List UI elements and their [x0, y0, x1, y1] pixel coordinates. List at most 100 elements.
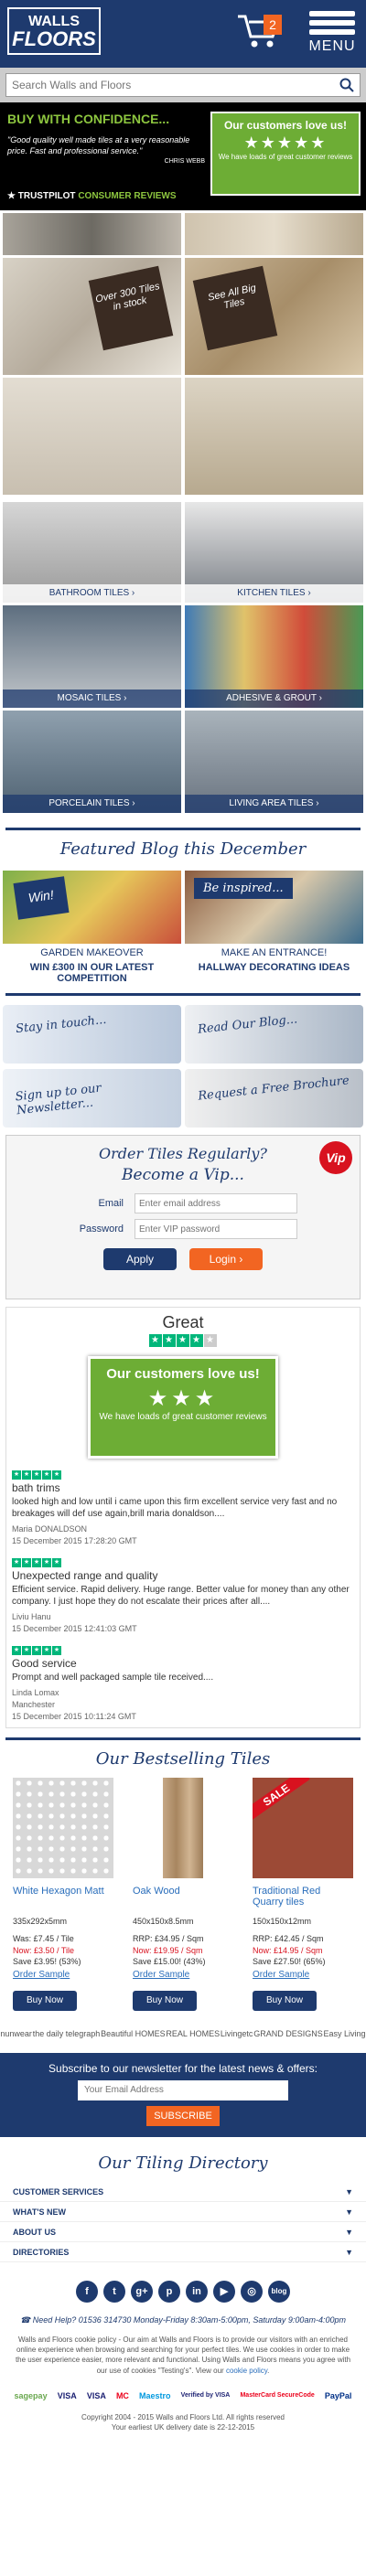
- trust-banner[interactable]: BUY WITH CONFIDENCE... "Good quality wel…: [0, 102, 366, 210]
- vip-email-input[interactable]: [135, 1193, 297, 1213]
- blog-subcaption: WIN £300 IN OUR LATEST COMPETITION: [29, 962, 155, 984]
- review-stars: ★ ★ ★ ★ ★: [12, 1558, 61, 1568]
- promo-row: Stay in touch... Read Our Blog...: [0, 1005, 366, 1064]
- logo[interactable]: WALLS FLOORS: [7, 7, 101, 55]
- search-icon[interactable]: [339, 78, 354, 95]
- payment-logo: Verified by VISA: [180, 2392, 231, 2400]
- product-now-price: Now: £14.95 / Sqm: [253, 1945, 323, 1955]
- reviews-love-box[interactable]: Our customers love us! ★★★ We have loads…: [88, 1356, 278, 1459]
- category-bathroom[interactable]: BATHROOM TILES ›: [3, 502, 181, 603]
- review-author: Linda Lomax: [12, 1688, 59, 1698]
- category-adhesive-grout[interactable]: ADHESIVE & GROUT ›: [185, 605, 363, 708]
- blog-item[interactable]: Be inspired... MAKE AN ENTRANCE! HALLWAY…: [185, 871, 363, 984]
- newsletter-email-input[interactable]: [78, 2079, 288, 2100]
- search-box: [5, 73, 361, 97]
- directory-title: Our Tiling Directory: [98, 2153, 268, 2173]
- facebook-icon[interactable]: f: [76, 2280, 98, 2303]
- blog-badge: Win!: [13, 876, 70, 920]
- category-label: ADHESIVE & GROUT ›: [185, 689, 363, 708]
- category-porcelain[interactable]: PORCELAIN TILES ›: [3, 711, 181, 813]
- product-image[interactable]: SALE: [253, 1778, 353, 1879]
- payment-logo: MC: [115, 2390, 129, 2400]
- directory-item-whats-new[interactable]: WHAT'S NEW ▼: [0, 2202, 366, 2222]
- promo-read-blog[interactable]: Read Our Blog...: [185, 1005, 363, 1064]
- review-author: Maria DONALDSON: [12, 1524, 88, 1534]
- product-image[interactable]: [13, 1778, 113, 1879]
- hero-image-bath[interactable]: Over 300 Tiles in stock: [3, 258, 181, 375]
- hero-image[interactable]: [3, 378, 181, 495]
- trust-box-subtitle: We have loads of great customer reviews: [218, 153, 353, 161]
- promo-brochure[interactable]: Request a Free Brochure: [185, 1069, 363, 1128]
- search-input[interactable]: [6, 74, 325, 96]
- buy-now-button[interactable]: Buy Now: [13, 1990, 77, 2011]
- cookie-policy-link[interactable]: cookie policy: [226, 2367, 267, 2375]
- payment-logo: PayPal: [324, 2390, 352, 2400]
- vip-password-input[interactable]: [135, 1219, 297, 1239]
- blog-item[interactable]: Win! GARDEN MAKEOVER WIN £300 IN OUR LAT…: [3, 871, 181, 984]
- blog-icon[interactable]: blog: [268, 2280, 290, 2303]
- reviews-widget: Great ★ ★ ★ ★ ★ Our customers love us! ★★★ W…: [5, 1307, 361, 1729]
- trust-heading: BUY WITH CONFIDENCE...: [7, 112, 170, 126]
- product-saving: Save £15.00! (43%): [133, 1957, 206, 1967]
- star-icon: ★: [162, 1334, 176, 1347]
- hero-image-big-tiles[interactable]: See All Big Tiles: [185, 258, 363, 375]
- blog-caption: MAKE AN ENTRANCE!: [221, 947, 328, 958]
- copyright: Copyright 2004 - 2015 Walls and Floors L…: [0, 2412, 366, 2432]
- product-name[interactable]: Oak Wood: [133, 1886, 233, 1913]
- vip-apply-button[interactable]: Apply: [103, 1248, 177, 1270]
- hero-image[interactable]: [185, 213, 363, 255]
- trustpilot-brand: TRUSTPILOT: [17, 191, 76, 201]
- chevron-down-icon: ▼: [345, 2207, 353, 2217]
- blog-row: Win! GARDEN MAKEOVER WIN £300 IN OUR LAT…: [0, 871, 366, 984]
- hero-image[interactable]: [3, 213, 181, 255]
- chevron-down-icon: ▼: [345, 2227, 353, 2237]
- google-plus-icon[interactable]: g+: [131, 2280, 153, 2303]
- menu-button[interactable]: MENU: [307, 7, 357, 60]
- promo-stay-in-touch[interactable]: Stay in touch...: [3, 1005, 181, 1064]
- category-mosaic[interactable]: MOSAIC TILES ›: [3, 605, 181, 708]
- product-card: Oak Wood 450x150x8.5mm RRP: £34.95 / Sqm…: [133, 1778, 233, 2011]
- divider: [5, 993, 361, 996]
- directory-item-about-us[interactable]: ABOUT US ▼: [0, 2222, 366, 2242]
- product-name[interactable]: Traditional Red Quarry tiles: [253, 1886, 353, 1913]
- order-sample-link[interactable]: Order Sample: [133, 1970, 233, 1980]
- trust-box-stars: ★★★★★: [243, 134, 328, 152]
- youtube-icon[interactable]: ▶: [213, 2280, 235, 2303]
- product-was-price: RRP: £34.95 / Sqm: [133, 1934, 204, 1944]
- menu-bar: [309, 20, 355, 26]
- vip-login-button[interactable]: Login ›: [189, 1248, 263, 1270]
- product-name[interactable]: White Hexagon Matt: [13, 1886, 113, 1913]
- promo-newsletter[interactable]: Sign up to our Newsletter...: [3, 1069, 181, 1128]
- instagram-icon[interactable]: ◎: [241, 2280, 263, 2303]
- order-sample-link[interactable]: Order Sample: [13, 1970, 113, 1980]
- phone-icon: ☎: [20, 2314, 33, 2325]
- directory-item-customer-services[interactable]: CUSTOMER SERVICES ▼: [0, 2182, 366, 2202]
- category-kitchen[interactable]: KITCHEN TILES ›: [185, 502, 363, 603]
- review-stars: ★ ★ ★ ★ ★: [12, 1646, 61, 1656]
- subscribe-button[interactable]: SUBSCRIBE: [146, 2105, 220, 2126]
- pinterest-icon[interactable]: p: [158, 2280, 180, 2303]
- hero-image[interactable]: [185, 378, 363, 495]
- promo-label: Stay in touch...: [15, 1012, 108, 1037]
- blog-image: Win!: [3, 871, 181, 944]
- linkedin-icon[interactable]: in: [186, 2280, 208, 2303]
- cart-button[interactable]: 2: [236, 9, 282, 49]
- buy-now-button[interactable]: Buy Now: [253, 1990, 317, 2011]
- category-living-area[interactable]: LIVING AREA TILES ›: [185, 711, 363, 813]
- buy-now-button[interactable]: Buy Now: [133, 1990, 197, 2011]
- product-price: Was: £7.45 / Tile Now: £3.50 / Tile Save…: [13, 1933, 113, 1968]
- category-row: PORCELAIN TILES › LIVING AREA TILES ›: [0, 711, 366, 813]
- blog-subcaption: HALLWAY DECORATING IDEAS: [198, 962, 350, 973]
- press-logo: the daily telegraph: [32, 2028, 101, 2038]
- category-row: MOSAIC TILES › ADHESIVE & GROUT ›: [0, 605, 366, 708]
- review-title: bath trims: [12, 1481, 60, 1494]
- star-icon: ★: [148, 1334, 162, 1347]
- product-image[interactable]: [163, 1778, 203, 1879]
- payment-logo: VISA: [86, 2390, 106, 2400]
- directory-item-directories[interactable]: DIRECTORIES ▼: [0, 2242, 366, 2262]
- twitter-icon[interactable]: t: [103, 2280, 125, 2303]
- order-sample-link[interactable]: Order Sample: [253, 1970, 353, 1980]
- hero-row-3: [0, 378, 366, 495]
- trustpilot-label: ★ TRUSTPILOT CONSUMER REVIEWS: [7, 191, 177, 201]
- trust-quote: "Good quality well made tiles at a very …: [7, 135, 190, 155]
